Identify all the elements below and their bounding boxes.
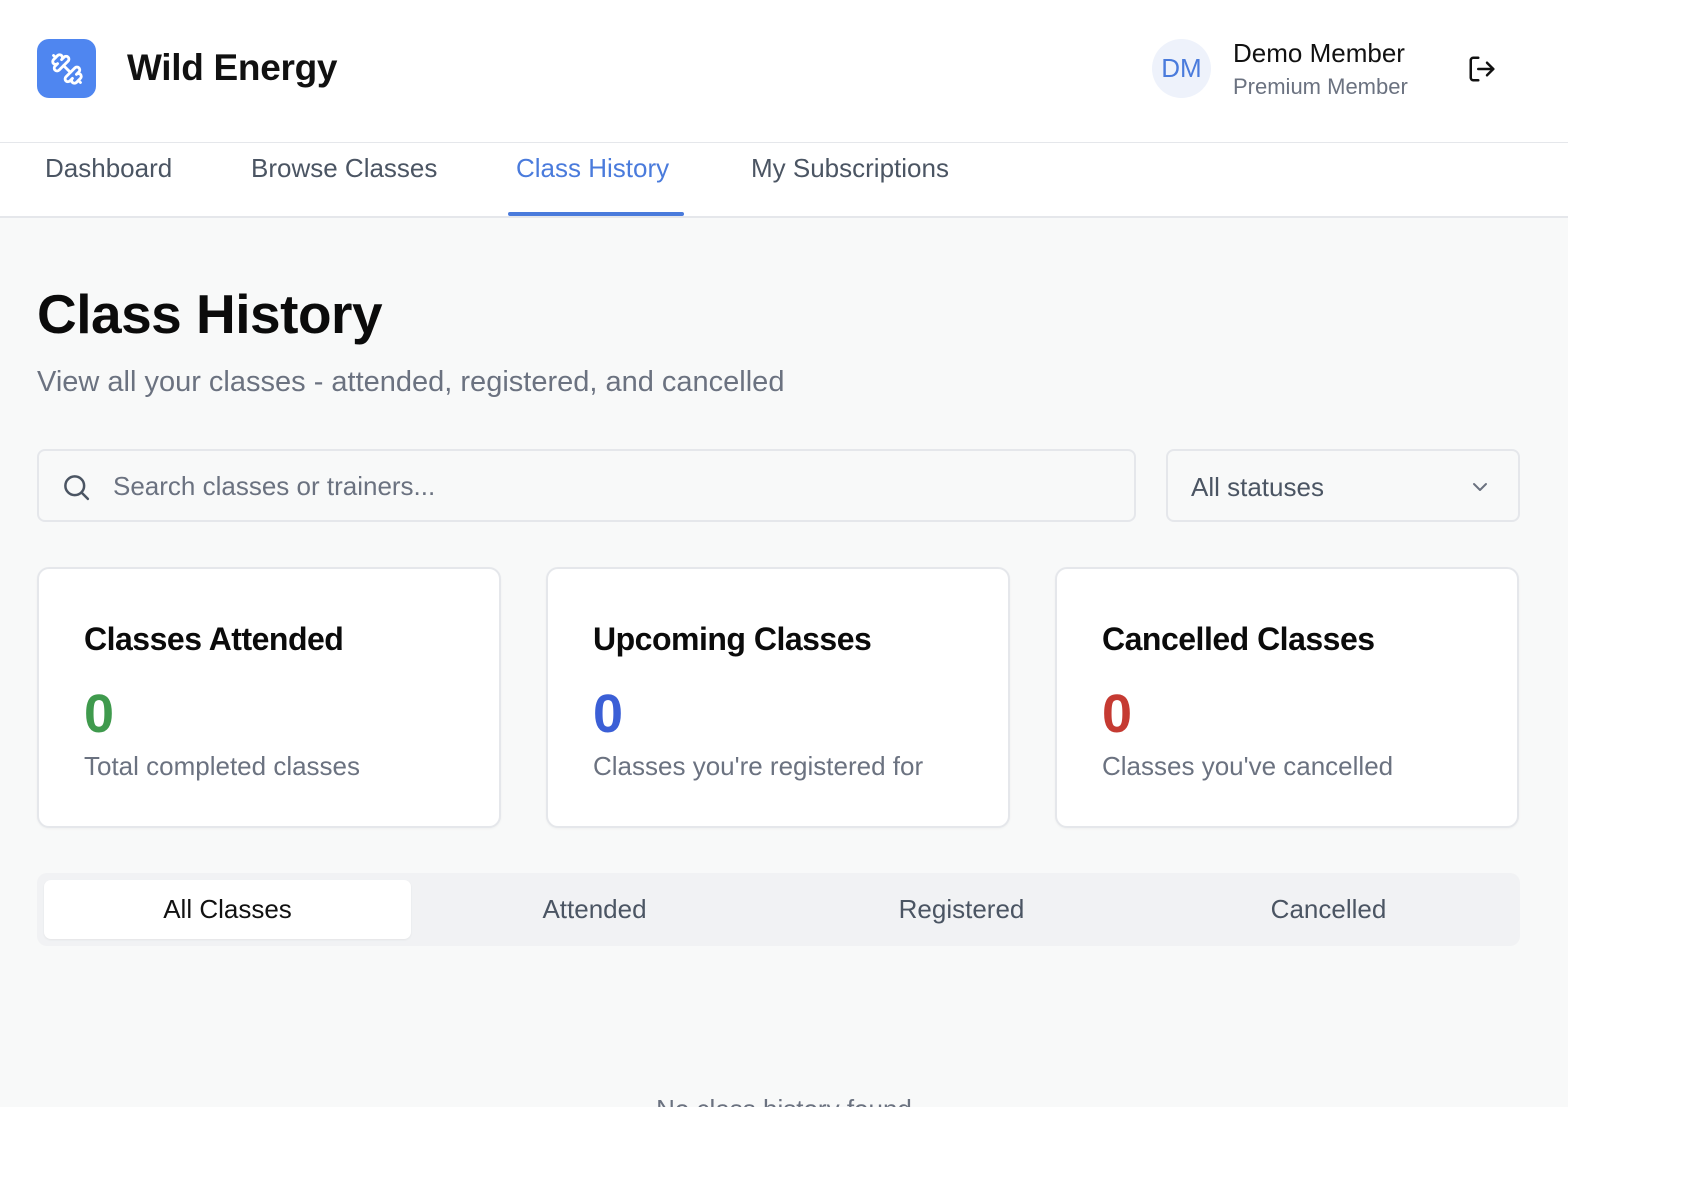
stat-card-title: Upcoming Classes <box>593 621 872 657</box>
nav-item-my-subscriptions[interactable]: My Subscriptions <box>751 143 949 216</box>
stat-card-attended: Classes Attended 0 Total completed class… <box>37 567 501 828</box>
search-icon <box>64 475 90 501</box>
dumbbell-icon <box>50 52 83 85</box>
stat-card-value: 0 <box>593 684 624 744</box>
main-nav: Dashboard Browse Classes Class History M… <box>0 143 1568 218</box>
nav-item-browse-classes[interactable]: Browse Classes <box>251 143 437 216</box>
avatar[interactable]: DM <box>1152 39 1211 98</box>
logout-button[interactable] <box>1465 52 1499 86</box>
search-box <box>37 449 1136 522</box>
page-subtitle: View all your classes - attended, regist… <box>37 366 785 398</box>
page-margin-bottom <box>0 1107 1700 1200</box>
stat-card-description: Total completed classes <box>84 751 361 781</box>
stat-card-description: Classes you've cancelled <box>1102 751 1394 781</box>
status-select[interactable]: All statuses <box>1166 449 1520 522</box>
nav-active-indicator <box>508 212 684 216</box>
tab-cancelled[interactable]: Cancelled <box>1145 880 1512 939</box>
app-header: Wild Energy DM Demo Member Premium Membe… <box>0 0 1568 143</box>
tab-registered[interactable]: Registered <box>778 880 1145 939</box>
empty-state-message: No class history found <box>0 1094 1568 1107</box>
tab-all-classes[interactable]: All Classes <box>44 880 411 939</box>
history-tabs: All Classes Attended Registered Cancelle… <box>37 873 1520 946</box>
stat-card-value: 0 <box>1102 684 1133 744</box>
stat-card-title: Classes Attended <box>84 621 344 657</box>
chevron-down-icon <box>1473 483 1487 491</box>
user-role: Premium Member <box>1233 74 1408 99</box>
logout-icon <box>1469 56 1495 82</box>
stat-card-upcoming: Upcoming Classes 0 Classes you're regist… <box>546 567 1010 828</box>
stat-card-description: Classes you're registered for <box>593 751 924 781</box>
tab-attended[interactable]: Attended <box>411 880 778 939</box>
page-margin-right <box>1568 0 1700 1200</box>
status-select-value: All statuses <box>1191 472 1324 502</box>
stat-card-title: Cancelled Classes <box>1102 621 1375 657</box>
page-title: Class History <box>37 283 383 345</box>
avatar-initials: DM <box>1161 53 1202 83</box>
nav-item-dashboard[interactable]: Dashboard <box>45 143 172 216</box>
search-input[interactable] <box>113 459 1113 513</box>
brand-name: Wild Energy <box>127 47 338 88</box>
logo[interactable] <box>37 39 96 98</box>
stat-card-value: 0 <box>84 684 115 744</box>
user-name: Demo Member <box>1233 38 1405 68</box>
stat-card-cancelled: Cancelled Classes 0 Classes you've cance… <box>1055 567 1519 828</box>
app-viewport: Wild Energy DM Demo Member Premium Membe… <box>0 0 1568 1107</box>
nav-item-class-history[interactable]: Class History <box>516 143 669 216</box>
